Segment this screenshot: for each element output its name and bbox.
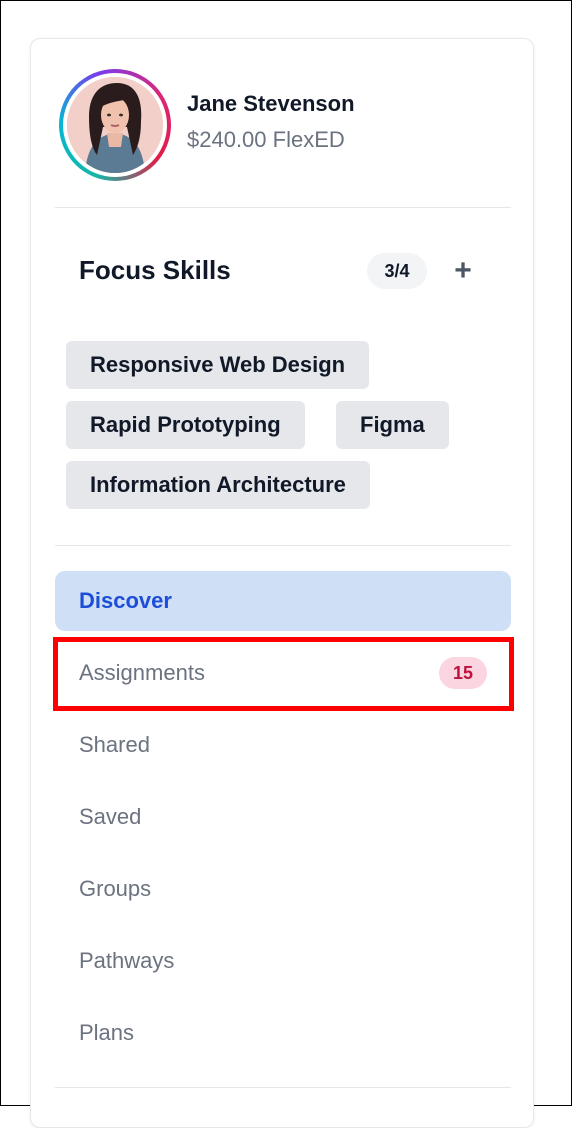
nav-item-shared[interactable]: Shared bbox=[55, 715, 511, 775]
nav-item-discover[interactable]: Discover bbox=[55, 571, 511, 631]
user-balance: $240.00 FlexED bbox=[187, 127, 345, 152]
nav-item-label: Saved bbox=[79, 804, 142, 829]
skill-chip-figma[interactable]: Figma bbox=[336, 401, 449, 449]
nav-item-groups[interactable]: Groups bbox=[55, 859, 511, 919]
nav-item-label: Shared bbox=[79, 732, 150, 757]
skill-chip-rapid-prototyping[interactable]: Rapid Prototyping bbox=[66, 401, 305, 449]
assignments-count-badge: 15 bbox=[439, 657, 487, 689]
nav-item-assignments[interactable]: Assignments 15 bbox=[55, 643, 511, 703]
nav-item-label: Assignments bbox=[79, 660, 205, 685]
plus-icon: + bbox=[454, 254, 472, 287]
nav-item-label: Groups bbox=[79, 876, 152, 901]
skill-chip-information-architecture[interactable]: Information Architecture bbox=[66, 461, 370, 509]
sidebar-card: Jane Stevenson $240.00 FlexED Focus Skil… bbox=[30, 38, 534, 1128]
nav-item-saved[interactable]: Saved bbox=[55, 787, 511, 847]
nav-item-label: Discover bbox=[79, 588, 172, 613]
divider bbox=[55, 545, 511, 546]
nav-item-plans[interactable]: Plans bbox=[55, 1003, 511, 1063]
divider bbox=[55, 207, 511, 208]
divider bbox=[55, 1087, 511, 1088]
focus-skills-count-badge: 3/4 bbox=[367, 253, 427, 289]
avatar[interactable] bbox=[59, 69, 171, 181]
focus-skills-title: Focus Skills bbox=[79, 255, 231, 285]
add-skill-button[interactable]: + bbox=[449, 254, 477, 287]
avatar-photo bbox=[67, 77, 163, 173]
skill-chip-responsive-web-design[interactable]: Responsive Web Design bbox=[66, 341, 370, 389]
nav-item-label: Plans bbox=[79, 1020, 135, 1045]
user-name: Jane Stevenson bbox=[187, 91, 355, 116]
nav-item-label: Pathways bbox=[79, 948, 175, 973]
nav-item-pathways[interactable]: Pathways bbox=[55, 931, 511, 991]
